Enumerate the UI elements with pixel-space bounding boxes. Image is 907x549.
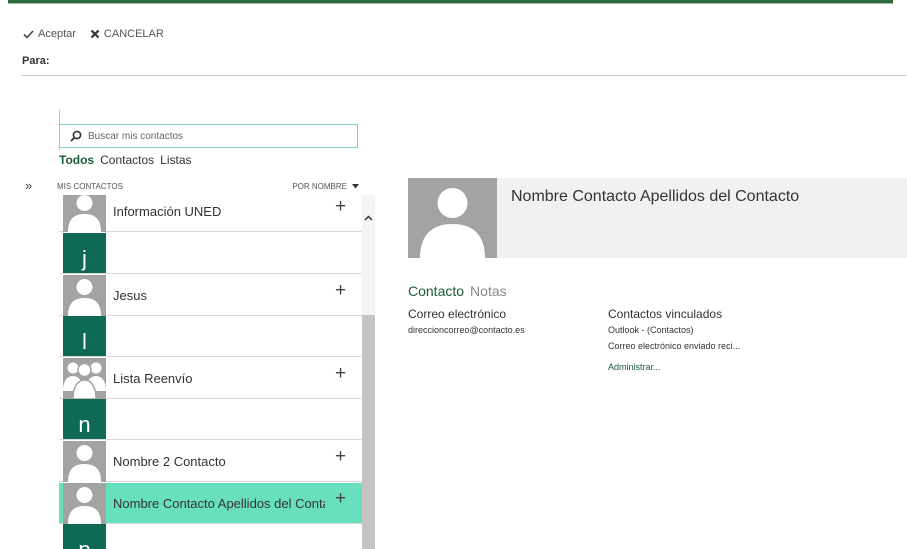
plus-icon[interactable]: + bbox=[335, 488, 346, 510]
sort-dropdown[interactable]: POR NOMBRE bbox=[292, 182, 359, 191]
filter-contacts[interactable]: Contactos bbox=[100, 153, 154, 167]
caret-down-icon bbox=[352, 184, 359, 189]
accept-label: Aceptar bbox=[38, 28, 76, 40]
avatar bbox=[63, 275, 106, 316]
contact-row[interactable]: Nombre 2 Contacto + bbox=[59, 441, 362, 482]
scroll-up-button[interactable] bbox=[362, 212, 375, 224]
contact-name: Nombre Contacto Apellidos del Contacto bbox=[113, 496, 325, 511]
filter-lists[interactable]: Listas bbox=[160, 153, 191, 167]
linked-item: Correo electrónico enviado reci... bbox=[608, 341, 741, 351]
cancel-label: CANCELAR bbox=[103, 28, 164, 40]
group-avatar bbox=[63, 358, 106, 399]
filter-all[interactable]: Todos bbox=[59, 153, 94, 167]
search-input[interactable]: Buscar mis contactos bbox=[59, 124, 358, 148]
tab-contact[interactable]: Contacto bbox=[408, 283, 464, 299]
avatar bbox=[63, 441, 106, 482]
detail-tabs: Contacto Notas bbox=[408, 283, 513, 299]
contact-list: Información UNED + j Jesus + l Lista Ree… bbox=[59, 195, 362, 549]
contact-name: Nombre 2 Contacto bbox=[113, 454, 226, 469]
sort-label: POR NOMBRE bbox=[292, 182, 347, 191]
letter-divider: l bbox=[63, 316, 106, 357]
plus-icon[interactable]: + bbox=[335, 280, 346, 302]
plus-icon[interactable]: + bbox=[335, 446, 346, 468]
search-placeholder: Buscar mis contactos bbox=[88, 130, 184, 142]
linked-section-title: Contactos vinculados bbox=[608, 307, 723, 321]
letter-divider: n bbox=[63, 399, 106, 440]
contact-row[interactable]: Información UNED + bbox=[59, 195, 362, 232]
toolbar: Aceptar CANCELAR bbox=[23, 26, 178, 42]
email-section-title: Correo electrónico bbox=[408, 307, 507, 321]
expand-panel-button[interactable]: » bbox=[25, 178, 32, 193]
chevron-up-icon bbox=[364, 215, 373, 221]
contact-photo bbox=[408, 178, 497, 258]
top-border-shadow bbox=[8, 3, 893, 4]
filter-tabs: Todos Contactos Listas bbox=[59, 153, 198, 167]
email-value[interactable]: direccioncorreo@contacto.es bbox=[408, 325, 525, 335]
tab-notes[interactable]: Notas bbox=[470, 283, 507, 299]
letter-divider: p bbox=[63, 524, 106, 549]
contact-name: Información UNED bbox=[113, 204, 222, 219]
plus-icon[interactable]: + bbox=[335, 196, 346, 218]
plus-icon[interactable]: + bbox=[335, 363, 346, 385]
linked-item: Outlook - (Contactos) bbox=[608, 325, 694, 335]
to-field-line[interactable] bbox=[22, 75, 906, 76]
avatar bbox=[63, 195, 106, 232]
x-icon bbox=[90, 29, 100, 39]
avatar bbox=[63, 483, 106, 524]
list-title: MIS CONTACTOS bbox=[57, 182, 123, 191]
letter-divider: j bbox=[63, 233, 106, 274]
to-field-label: Para: bbox=[22, 55, 50, 67]
contact-row[interactable]: Lista Reenvío + bbox=[59, 358, 362, 399]
search-icon bbox=[70, 130, 82, 142]
scrollbar-thumb[interactable] bbox=[362, 315, 375, 549]
contact-name: Lista Reenvío bbox=[113, 371, 193, 386]
cancel-button[interactable]: CANCELAR bbox=[90, 28, 164, 40]
manage-link[interactable]: Administrar... bbox=[608, 362, 661, 372]
contact-row-selected[interactable]: Nombre Contacto Apellidos del Contacto + bbox=[59, 483, 362, 524]
accept-button[interactable]: Aceptar bbox=[23, 28, 76, 40]
check-icon bbox=[23, 29, 34, 39]
contact-row[interactable]: Jesus + bbox=[59, 275, 362, 316]
contact-name: Jesus bbox=[113, 288, 147, 303]
contact-full-name: Nombre Contacto Apellidos del Contacto bbox=[511, 188, 800, 205]
